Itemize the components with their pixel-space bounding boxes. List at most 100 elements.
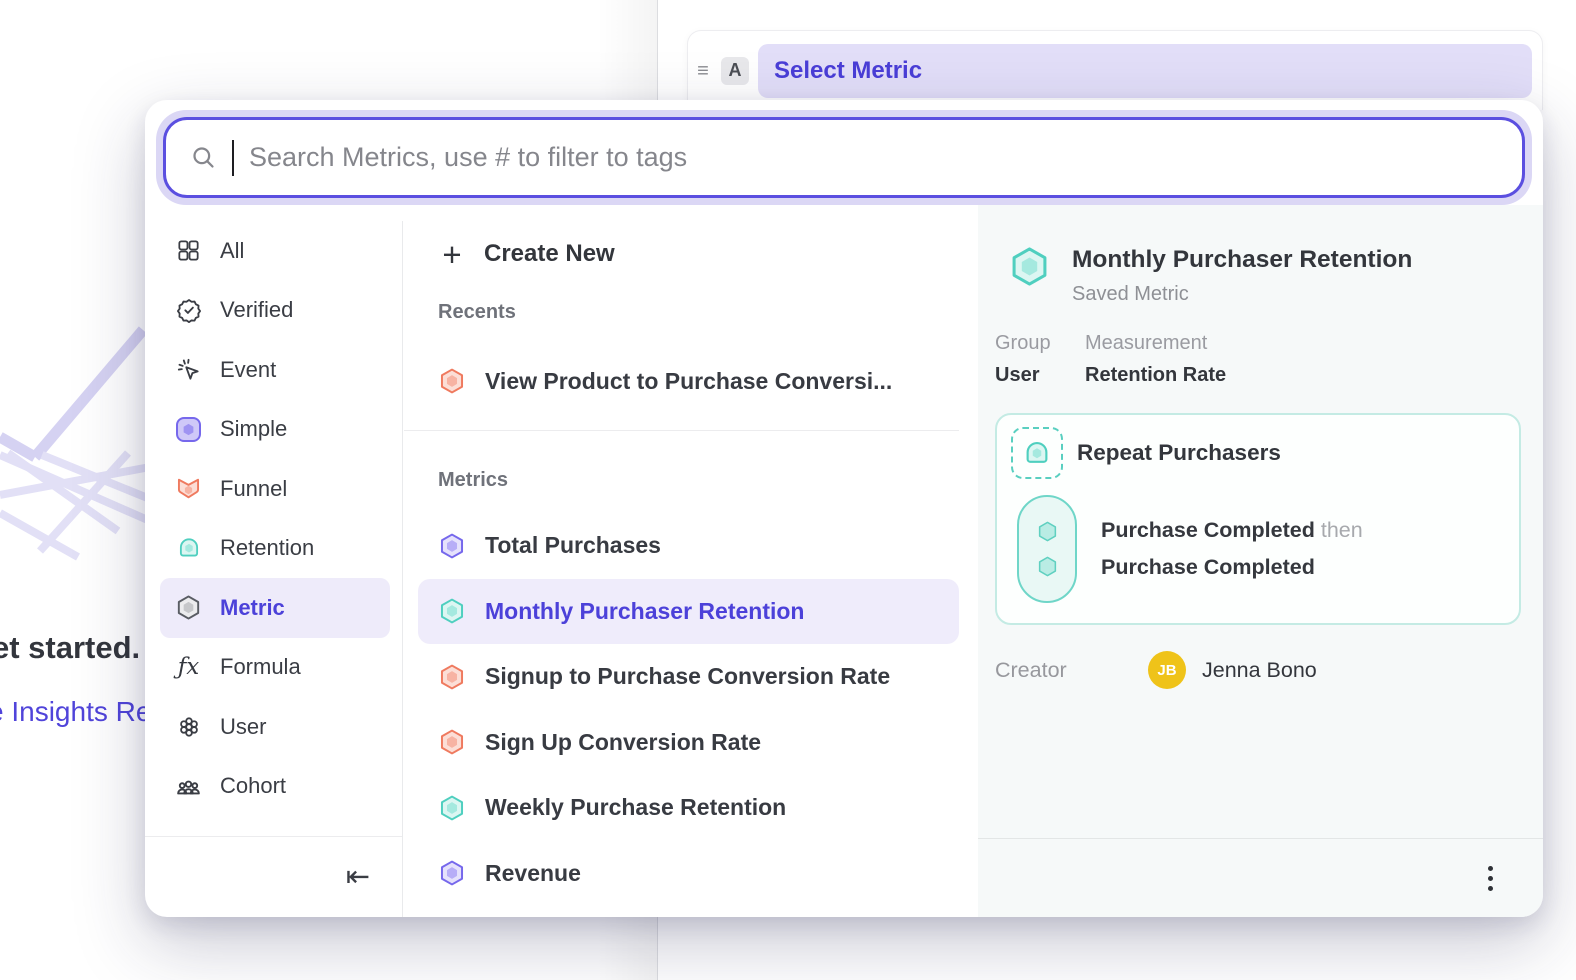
drag-handle-icon[interactable]: ≡ [694, 61, 712, 81]
metric-details-panel: Monthly Purchaser Retention Saved Metric… [978, 205, 1543, 917]
sidebar-item-label: Metric [220, 595, 285, 621]
search-box [163, 117, 1525, 198]
funnel-metric-icon [438, 367, 466, 395]
metric-bar-card: ≡ A Select Metric [687, 30, 1543, 110]
details-subtitle: Saved Metric [1072, 283, 1412, 306]
picker-columns: All Verified [145, 205, 1543, 917]
cursor-click-icon [175, 356, 202, 383]
creator-name: Jenna Bono [1202, 658, 1317, 683]
retention-definition-icon [1011, 427, 1063, 479]
definition-header: Repeat Purchasers [1011, 427, 1505, 479]
verified-badge-icon [175, 297, 202, 324]
funnel-icon [175, 475, 202, 502]
cohort-people-icon [175, 773, 202, 800]
details-title: Monthly Purchaser Retention [1072, 245, 1412, 275]
metric-list-item[interactable]: Sign Up Conversion Rate [418, 710, 959, 776]
filter-sidebar: All Verified [145, 205, 402, 917]
step-hexagon-icon [1036, 520, 1059, 543]
metric-item-label: Weekly Purchase Retention [485, 794, 786, 821]
sidebar-item-formula[interactable]: ƒx Formula [160, 638, 390, 698]
sidebar-item-event[interactable]: Event [160, 340, 390, 400]
metric-item-label: Revenue [485, 860, 581, 887]
definition-steps: Purchase Completed then Purchase Complet… [1011, 495, 1505, 603]
creator-avatar: JB [1148, 651, 1186, 689]
sidebar-item-label: Simple [220, 416, 287, 442]
sidebar-item-all[interactable]: All [160, 221, 390, 281]
sidebar-item-simple[interactable]: Simple [160, 400, 390, 460]
create-new-label: Create New [484, 240, 615, 268]
sidebar-item-cohort[interactable]: Cohort [160, 757, 390, 817]
background-insights-link[interactable]: e Insights Re [0, 696, 151, 728]
metric-picker-modal: All Verified [145, 100, 1543, 917]
retention-metric-icon [1008, 245, 1051, 288]
metric-item-label: Monthly Purchaser Retention [485, 598, 804, 625]
sidebar-item-metric[interactable]: Metric [160, 578, 390, 638]
metric-list-item[interactable]: Revenue [418, 841, 959, 907]
definition-name: Repeat Purchasers [1077, 440, 1281, 466]
simple-metric-icon [438, 532, 466, 560]
simple-metric-icon [438, 859, 466, 887]
details-header: Monthly Purchaser Retention Saved Metric [1008, 245, 1519, 306]
step-hexagon-icon [1036, 555, 1059, 578]
formula-fx-icon: ƒx [175, 654, 202, 681]
metric-list-column: + Create New Recents View Product to Pur… [402, 205, 978, 917]
select-metric-button[interactable]: Select Metric [758, 44, 1532, 98]
creator-row: Creator JB Jenna Bono [995, 651, 1543, 689]
search-focus-ring [156, 110, 1532, 205]
step-2: Purchase Completed [1101, 555, 1363, 580]
search-icon [190, 144, 217, 171]
series-a-badge[interactable]: A [721, 57, 749, 85]
user-cluster-icon [175, 713, 202, 740]
sidebar-item-funnel[interactable]: Funnel [160, 459, 390, 519]
funnel-metric-icon [438, 728, 466, 756]
sidebar-item-label: Verified [220, 297, 293, 323]
metric-definition-card: Repeat Purchasers Purchase Completed the… [995, 413, 1521, 625]
sidebar-item-retention[interactable]: Retention [160, 519, 390, 579]
collapse-sidebar-icon[interactable]: ⇤ [346, 863, 370, 892]
metric-list-item[interactable]: Weekly Purchase Retention [418, 775, 959, 841]
create-new-button[interactable]: + Create New [418, 223, 959, 285]
group-value: User [995, 364, 1085, 387]
retention-metric-icon [438, 794, 466, 822]
retention-arch-icon [175, 535, 202, 562]
retention-metric-icon [438, 597, 466, 625]
sidebar-item-label: Event [220, 357, 276, 383]
metrics-section-label: Metrics [438, 469, 978, 493]
metric-item-label: Sign Up Conversion Rate [485, 729, 761, 756]
steps-capsule-icon [1017, 495, 1077, 603]
funnel-metric-icon [438, 663, 466, 691]
metric-item-label: Total Purchases [485, 532, 661, 559]
text-cursor [232, 140, 234, 176]
sidebar-item-label: All [220, 238, 244, 264]
step-1: Purchase Completed then [1101, 518, 1363, 543]
metric-item-label: Signup to Purchase Conversion Rate [485, 663, 890, 690]
sidebar-item-label: Cohort [220, 773, 286, 799]
group-label: Group [995, 332, 1085, 355]
more-options-icon[interactable] [1482, 860, 1499, 897]
measurement-value: Retention Rate [1085, 364, 1226, 387]
search-input[interactable] [249, 142, 1498, 173]
measurement-label: Measurement [1085, 332, 1226, 355]
plus-icon: + [438, 238, 466, 271]
metric-list-item[interactable]: Total Purchases [418, 513, 959, 579]
recent-item-label: View Product to Purchase Conversi... [485, 368, 892, 395]
sidebar-footer: ⇤ [145, 836, 402, 917]
grid-icon [175, 237, 202, 264]
sidebar-item-label: Retention [220, 535, 314, 561]
metric-hexagon-icon [175, 594, 202, 621]
sidebar-item-label: Funnel [220, 476, 287, 502]
background-heading-fragment: et started. [0, 630, 140, 666]
details-footer [978, 838, 1543, 917]
creator-label: Creator [995, 658, 1130, 683]
step-connector: then [1321, 518, 1363, 542]
simple-hexagon-icon [175, 416, 202, 443]
sidebar-item-label: Formula [220, 654, 301, 680]
list-divider [404, 430, 959, 431]
recents-section-label: Recents [438, 301, 978, 325]
metric-list-item[interactable]: Signup to Purchase Conversion Rate [418, 644, 959, 710]
sidebar-item-verified[interactable]: Verified [160, 281, 390, 341]
metric-list-item-selected[interactable]: Monthly Purchaser Retention [418, 579, 959, 645]
sidebar-item-label: User [220, 714, 266, 740]
recent-item[interactable]: View Product to Purchase Conversi... [418, 348, 959, 414]
sidebar-item-user[interactable]: User [160, 697, 390, 757]
